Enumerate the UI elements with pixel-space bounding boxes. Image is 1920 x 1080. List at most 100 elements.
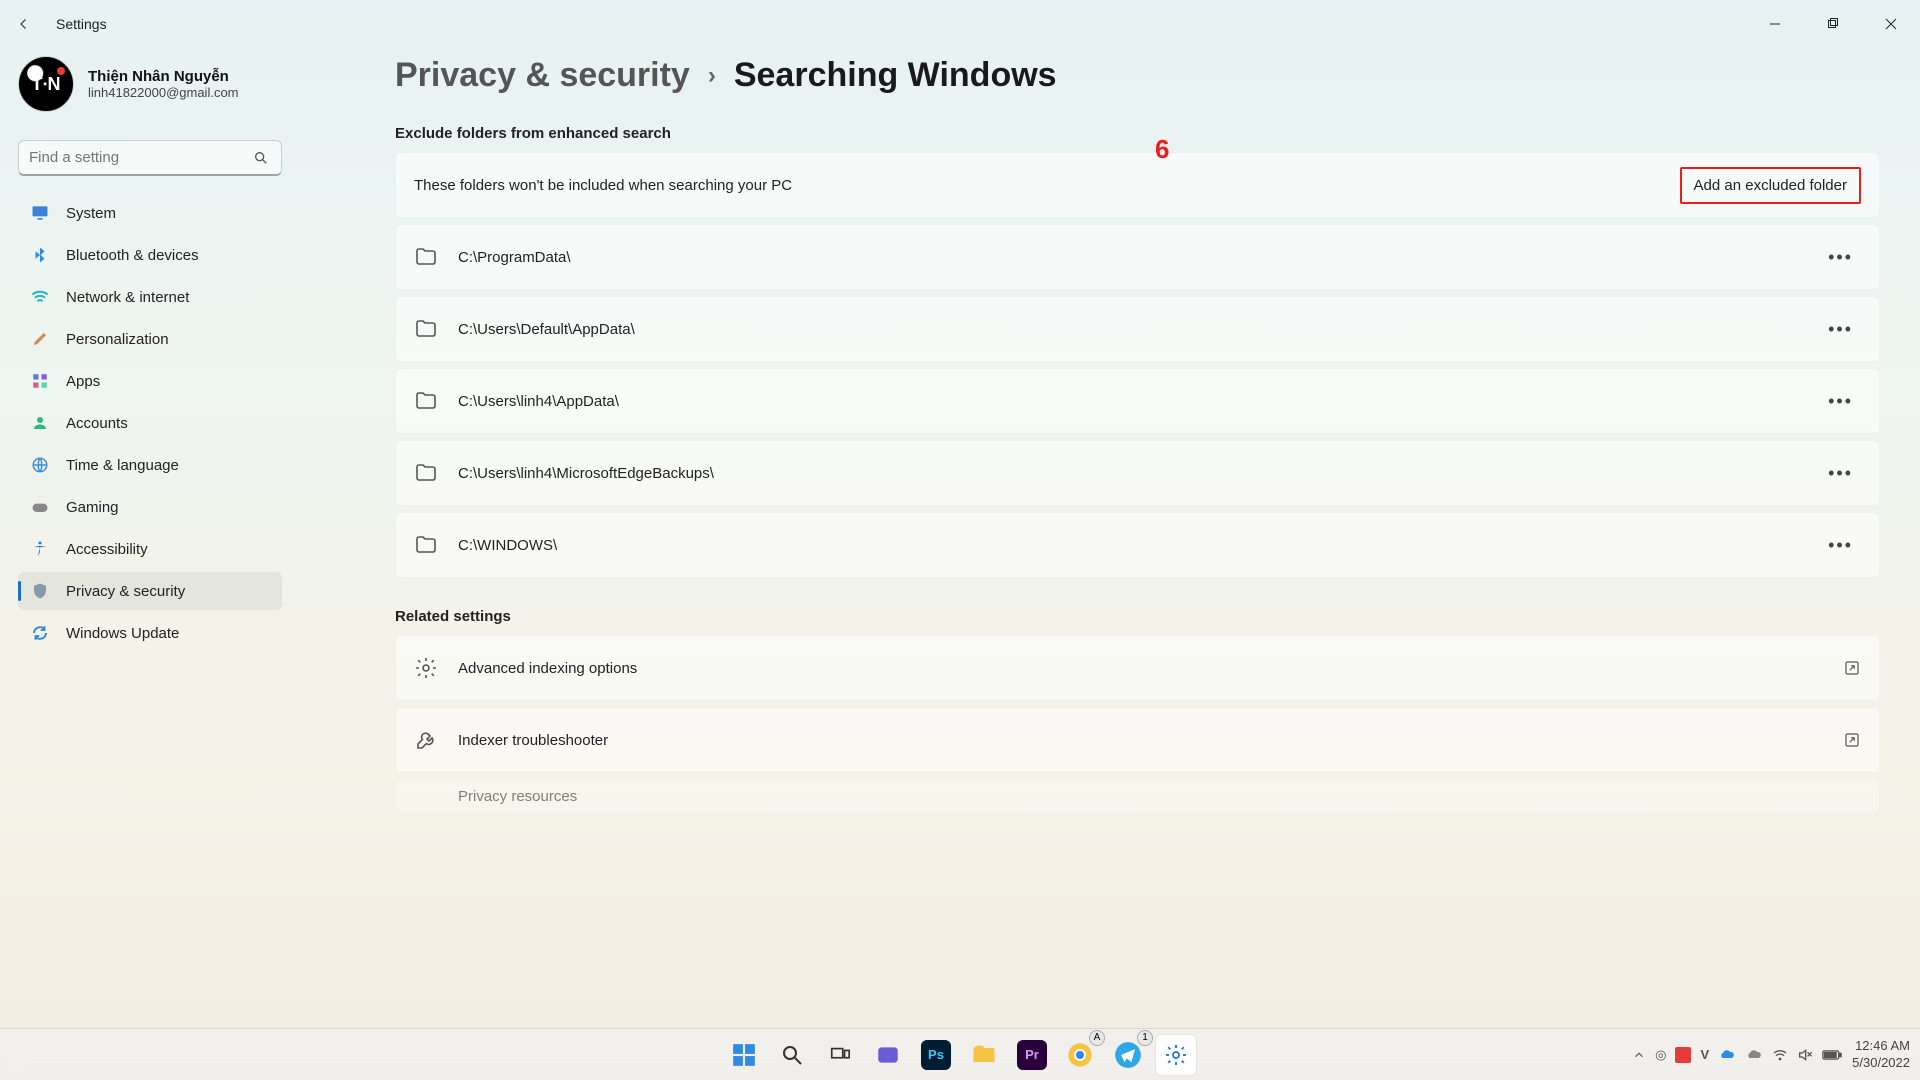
search-icon	[251, 148, 271, 168]
accessibility-icon	[30, 539, 50, 559]
nav-accessibility[interactable]: Accessibility	[18, 530, 282, 568]
nav-label: Windows Update	[66, 625, 179, 642]
monitor-icon	[30, 203, 50, 223]
related-label: Advanced indexing options	[458, 660, 637, 677]
more-button[interactable]: •••	[1820, 239, 1861, 276]
nav-gaming[interactable]: Gaming	[18, 488, 282, 526]
sidebar: T∙N Thiện Nhân Nguyễn linh41822000@gmail…	[0, 48, 300, 1080]
folder-icon	[414, 245, 438, 269]
more-button[interactable]: •••	[1820, 455, 1861, 492]
nav-list: System Bluetooth & devices Network & int…	[0, 194, 300, 652]
tray-app-icon[interactable]	[1675, 1047, 1691, 1063]
taskbar-settings[interactable]	[1155, 1034, 1197, 1076]
wifi-icon[interactable]	[1772, 1047, 1788, 1063]
add-excluded-folder-button[interactable]: Add an excluded folder	[1680, 167, 1861, 204]
nav-update[interactable]: Windows Update	[18, 614, 282, 652]
taskbar-premiere[interactable]: Pr	[1011, 1034, 1053, 1076]
wifi-icon	[30, 287, 50, 307]
weather-icon[interactable]	[1745, 1046, 1763, 1064]
more-button[interactable]: •••	[1820, 311, 1861, 348]
search-box[interactable]	[18, 140, 282, 176]
excluded-folder-row[interactable]: C:\Users\Default\AppData\ •••	[395, 296, 1880, 362]
tray-chevron-icon[interactable]	[1632, 1048, 1646, 1062]
nav-privacy[interactable]: Privacy & security	[18, 572, 282, 610]
brush-icon	[30, 329, 50, 349]
taskbar-explorer[interactable]	[963, 1034, 1005, 1076]
doc-icon	[414, 784, 438, 808]
tray-app-icon[interactable]: ◎	[1655, 1047, 1666, 1063]
volume-icon[interactable]	[1797, 1047, 1813, 1063]
titlebar: Settings	[0, 0, 1920, 48]
taskbar-photoshop[interactable]: Ps	[915, 1034, 957, 1076]
more-button[interactable]: •••	[1820, 527, 1861, 564]
nav-label: Time & language	[66, 457, 179, 474]
nav-system[interactable]: System	[18, 194, 282, 232]
related-troubleshooter[interactable]: Indexer troubleshooter	[395, 707, 1880, 773]
person-icon	[30, 413, 50, 433]
nav-label: Accessibility	[66, 541, 148, 558]
related-privacy-resources[interactable]: Privacy resources	[395, 779, 1880, 813]
nav-label: Apps	[66, 373, 100, 390]
search-input[interactable]	[29, 149, 251, 166]
folder-icon	[414, 461, 438, 485]
avatar: T∙N	[18, 56, 74, 112]
user-name: Thiện Nhân Nguyễn	[88, 68, 239, 85]
nav-accounts[interactable]: Accounts	[18, 404, 282, 442]
exclude-section-title: Exclude folders from enhanced search	[395, 125, 1880, 142]
gaming-icon	[30, 497, 50, 517]
start-button[interactable]	[723, 1034, 765, 1076]
folder-path: C:\Users\Default\AppData\	[458, 321, 635, 338]
taskbar: Ps Pr A 1 ◎ V	[0, 1028, 1920, 1080]
taskbar-teams[interactable]	[867, 1034, 909, 1076]
nav-apps[interactable]: Apps	[18, 362, 282, 400]
breadcrumb-parent[interactable]: Privacy & security	[395, 56, 690, 95]
nav-label: Gaming	[66, 499, 119, 516]
close-button[interactable]	[1862, 4, 1920, 44]
exclude-description: These folders won't be included when sea…	[414, 177, 792, 194]
excluded-folder-row[interactable]: C:\Users\linh4\AppData\ •••	[395, 368, 1880, 434]
taskbar-chrome[interactable]: A	[1059, 1034, 1101, 1076]
exclude-description-card: These folders won't be included when sea…	[395, 152, 1880, 218]
apps-icon	[30, 371, 50, 391]
breadcrumb: Privacy & security › Searching Windows	[395, 48, 1880, 95]
nav-bluetooth[interactable]: Bluetooth & devices	[18, 236, 282, 274]
taskbar-clock[interactable]: 12:46 AM 5/30/2022	[1852, 1038, 1910, 1071]
back-button[interactable]	[0, 0, 48, 48]
more-button[interactable]: •••	[1820, 383, 1861, 420]
annotation-marker: 6	[1155, 134, 1169, 165]
nav-network[interactable]: Network & internet	[18, 278, 282, 316]
excluded-folder-row[interactable]: C:\WINDOWS\ •••	[395, 512, 1880, 578]
folder-icon	[414, 389, 438, 413]
page-title: Searching Windows	[734, 56, 1057, 95]
badge-icon: A	[1089, 1030, 1105, 1046]
related-label: Indexer troubleshooter	[458, 732, 608, 749]
globe-icon	[30, 455, 50, 475]
nav-label: Network & internet	[66, 289, 189, 306]
excluded-folder-row[interactable]: C:\ProgramData\ •••	[395, 224, 1880, 290]
shield-icon	[30, 581, 50, 601]
system-tray[interactable]: ◎ V 12:46 AM 5/30/2022	[1632, 1038, 1910, 1071]
onedrive-icon[interactable]	[1718, 1046, 1736, 1064]
task-view[interactable]	[819, 1034, 861, 1076]
nav-time[interactable]: Time & language	[18, 446, 282, 484]
nav-label: Bluetooth & devices	[66, 247, 199, 264]
excluded-folder-row[interactable]: C:\Users\linh4\MicrosoftEdgeBackups\ •••	[395, 440, 1880, 506]
wrench-icon	[414, 728, 438, 752]
related-section-title: Related settings	[395, 608, 1880, 625]
taskbar-telegram[interactable]: 1	[1107, 1034, 1149, 1076]
nav-label: Personalization	[66, 331, 169, 348]
maximize-button[interactable]	[1804, 4, 1862, 44]
nav-label: System	[66, 205, 116, 222]
tray-app-icon[interactable]: V	[1700, 1047, 1709, 1062]
folder-path: C:\Users\linh4\MicrosoftEdgeBackups\	[458, 465, 714, 482]
folder-path: C:\ProgramData\	[458, 249, 571, 266]
user-block[interactable]: T∙N Thiện Nhân Nguyễn linh41822000@gmail…	[0, 56, 300, 124]
update-icon	[30, 623, 50, 643]
battery-icon[interactable]	[1822, 1048, 1842, 1062]
taskbar-search[interactable]	[771, 1034, 813, 1076]
minimize-button[interactable]	[1746, 4, 1804, 44]
related-advanced-indexing[interactable]: Advanced indexing options	[395, 635, 1880, 701]
nav-personalization[interactable]: Personalization	[18, 320, 282, 358]
badge-icon: 1	[1137, 1030, 1153, 1046]
main-content: Privacy & security › Searching Windows E…	[395, 48, 1880, 1080]
